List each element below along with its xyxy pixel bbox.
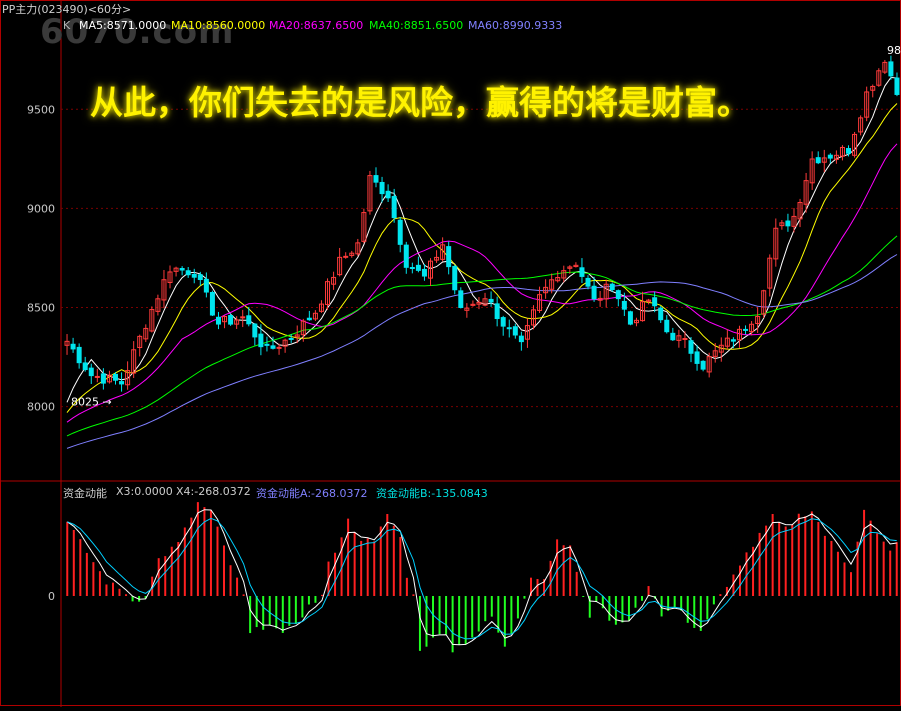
candle-body (209, 291, 215, 316)
candle-body (82, 362, 88, 371)
candle-body (658, 307, 664, 321)
ma-line-ma60 (66, 254, 898, 449)
candle-body (373, 175, 379, 183)
candle-body (258, 333, 264, 348)
candle-body (688, 340, 694, 354)
candle-body (185, 270, 191, 276)
y-tick-label: 9000 (27, 202, 55, 215)
candle-body (500, 317, 506, 327)
zero-tick-label: 0 (48, 590, 55, 603)
candle-body (88, 367, 94, 377)
candle-body (415, 264, 421, 271)
candle-body (894, 77, 900, 95)
legend-ma60: MA60:8990.9333 (468, 19, 563, 32)
candle-body (627, 311, 633, 325)
candle-body (264, 343, 270, 346)
candle-body (609, 283, 615, 291)
candle-body (506, 327, 512, 330)
candle-body (585, 277, 591, 287)
candle-body (743, 328, 749, 331)
candle-body (240, 316, 246, 319)
candle-body (228, 315, 234, 325)
sub-legend-a: 资金动能A:-268.0372 (256, 487, 368, 500)
candle-body (827, 154, 833, 159)
candle-body (664, 319, 670, 333)
candle-body (700, 360, 706, 370)
y-tick-label: 8000 (27, 401, 55, 414)
candle-body (391, 196, 397, 219)
sub-legend-b: 资金动能B:-135.0843 (376, 487, 488, 500)
candle-body (815, 157, 821, 164)
candle-body (512, 326, 518, 336)
legend-ma10: MA10:8560.0000 (171, 19, 266, 32)
candle-body (191, 273, 197, 278)
overlay-slogan: 从此，你们失去的是风险，赢得的将是财富。 (90, 83, 750, 122)
candle-body (670, 332, 676, 341)
candle-body (846, 148, 852, 154)
candle-body (518, 335, 524, 343)
candle-body (288, 337, 294, 340)
candle-body (494, 303, 500, 320)
candle-body (409, 267, 415, 270)
candle-body (446, 246, 452, 268)
legend-prefix: K (63, 19, 71, 32)
sub-legend-x4: X4:-268.0372 (176, 485, 251, 498)
watermark: 6070.com (40, 12, 235, 52)
candle-body (615, 290, 621, 300)
candle-body (379, 181, 385, 195)
candle-body (100, 373, 106, 384)
ma-line-ma5 (66, 76, 898, 403)
sub-legend-name: 资金动能 (63, 487, 107, 500)
legend-ma5: MA5:8571.0000 (79, 19, 167, 32)
candle-body (397, 219, 403, 245)
candle-body (730, 339, 736, 342)
ma-line-ma10 (66, 103, 898, 413)
candle-body (621, 300, 627, 310)
candle-body (179, 268, 185, 271)
candle-body (591, 285, 597, 300)
candle-body (252, 323, 258, 338)
candle-body (203, 278, 209, 293)
candle-body (579, 267, 585, 277)
candle-body (385, 190, 391, 199)
candle-body (70, 343, 76, 350)
low-price-annotation: 8025 → (71, 396, 112, 409)
candle-body (270, 345, 276, 349)
legend-ma20: MA20:8637.6500 (269, 19, 364, 32)
y-tick-label: 9500 (27, 103, 55, 116)
candle-body (694, 351, 700, 364)
candle-body (488, 298, 494, 303)
candle-body (276, 346, 282, 349)
candle-body (112, 373, 118, 381)
candle-body (76, 346, 82, 364)
candle-body (119, 381, 125, 385)
candle-body (403, 244, 409, 268)
candle-body (421, 268, 427, 277)
candle-body (306, 317, 312, 321)
legend-ma40: MA40:8851.6500 (369, 19, 464, 32)
candle-body (888, 61, 894, 77)
candle-body (458, 290, 464, 308)
candle-body (215, 316, 221, 325)
candle-body (246, 315, 252, 325)
candle-body (197, 274, 203, 281)
y-tick-label: 8500 (27, 302, 55, 315)
candle-body (94, 375, 100, 378)
candle-body (785, 220, 791, 227)
sub-legend-x3: X3:0.0000 (116, 485, 173, 498)
candle-body (452, 265, 458, 291)
ma-line-ma40 (66, 235, 898, 437)
high-price-annotation: 98 (887, 44, 901, 57)
candle-body (652, 297, 658, 307)
candle-body (343, 255, 349, 258)
candle-body (682, 338, 688, 341)
